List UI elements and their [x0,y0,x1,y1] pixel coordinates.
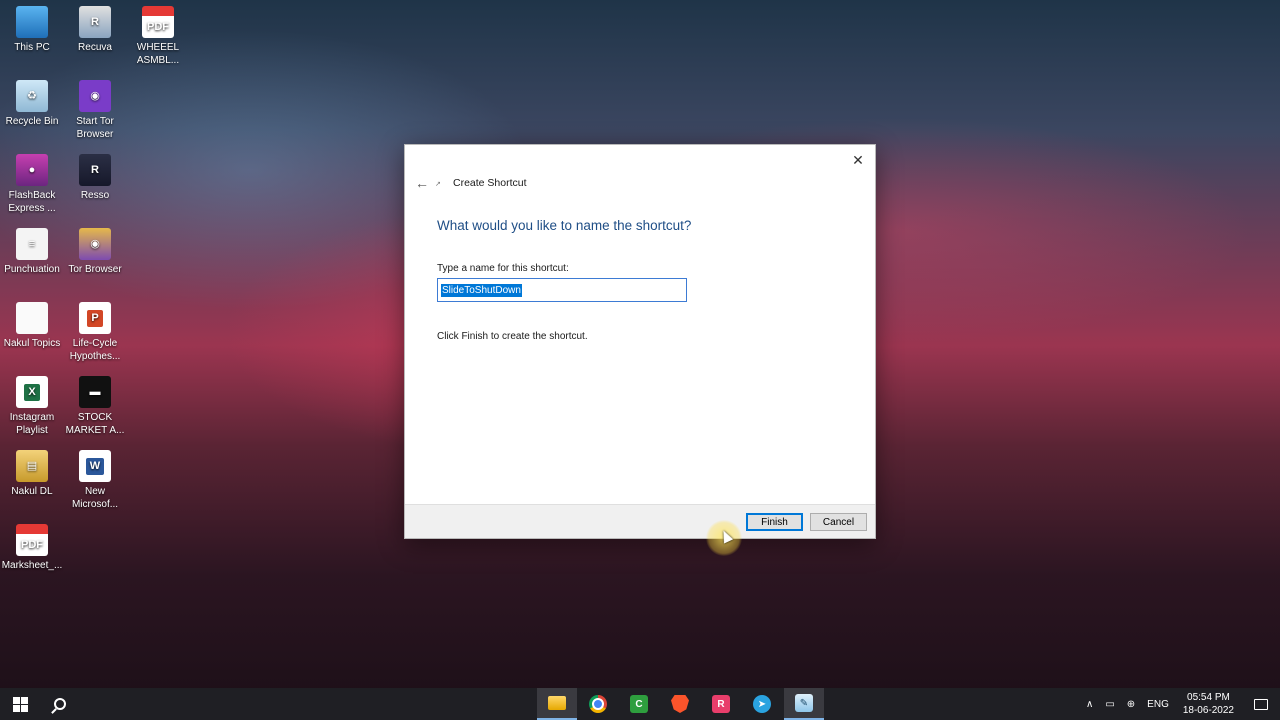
start-button[interactable] [0,688,40,720]
desktop-icon-resso[interactable]: R Resso [63,154,127,224]
clock-time: 05:54 PM [1187,692,1230,703]
tor-icon: ◉ [79,80,111,112]
flashback-icon: ● [16,154,48,186]
page-heading: What would you like to name the shortcut… [437,218,692,233]
desktop-icon-recuva[interactable]: R Recuva [63,6,127,76]
zip-icon: ▤ [16,450,48,482]
desktop-icon-label: Resso [80,190,110,201]
back-arrow-icon: ← [415,175,429,191]
resso-icon: R [712,695,730,713]
name-field-label: Type a name for this shortcut: [437,263,569,274]
taskbar-notepad[interactable]: ✎ [784,688,824,720]
finish-hint: Click Finish to create the shortcut. [437,331,588,342]
selected-text: SlideToShutDown [441,283,522,297]
windows-logo-icon [12,696,28,712]
shortcut-name-input[interactable]: SlideToShutDown [437,278,687,302]
battery-button[interactable]: ▭ [1099,688,1120,720]
globe-icon: ⊕ [1126,698,1136,710]
desktop-icon-label: WHEEEL ASMBL... [136,42,180,66]
battery-icon: ▭ [1105,698,1115,710]
taskbar-file-explorer[interactable] [537,688,577,720]
desktop-icon-new-microsoft[interactable]: W New Microsof... [63,450,127,520]
desktop-icon-label: STOCK MARKET A... [65,412,125,436]
search-button[interactable] [40,688,80,720]
shortcut-icon: ↗ [435,181,441,188]
excel-icon: X [16,376,48,408]
chevron-up-icon: ∧ [1086,698,1094,710]
create-shortcut-dialog: ✕ ← ↗ Create Shortcut What would you lik… [404,144,876,539]
taskbar-telegram[interactable]: ➤ [742,688,782,720]
close-icon: ✕ [852,151,864,168]
desktop-icon-label: Recuva [78,42,112,53]
desktop-icon-label: Punchuation [4,264,60,275]
desktop-icon-recycle-bin[interactable]: ♻ Recycle Bin [0,80,64,150]
desktop-icon-label: Start Tor Browser [76,116,114,140]
taskbar-chrome[interactable] [578,688,618,720]
desktop-icon-label: Nakul Topics [3,338,61,349]
wizard-title: Create Shortcut [453,177,527,189]
network-button[interactable]: ⊕ [1121,688,1141,720]
document-icon [16,302,48,334]
desktop-icon-stock-market[interactable]: ▬ STOCK MARKET A... [63,376,127,446]
pdf-icon: PDF [16,524,48,556]
desktop-icon-life-cycle[interactable]: P Life-Cycle Hypothes... [63,302,127,372]
tor-browser-icon: ◉ [79,228,111,260]
pdf-icon: PDF [142,6,174,38]
recuva-icon: R [79,6,111,38]
close-button[interactable]: ✕ [847,149,869,171]
brave-icon [671,695,689,713]
desktop-icon-tor-browser[interactable]: ◉ Tor Browser [63,228,127,298]
search-icon [54,698,66,710]
desktop-icon-punchuation[interactable]: ≡ Punchuation [0,228,64,298]
desktop-icon-label: Life-Cycle Hypothes... [69,338,121,362]
chrome-icon [589,695,607,713]
recycle-bin-icon: ♻ [16,80,48,112]
taskbar-brave[interactable] [660,688,700,720]
language-indicator[interactable]: ENG [1141,688,1175,720]
finish-button[interactable]: Finish [746,513,803,531]
taskbar-resso[interactable]: R [701,688,741,720]
word-icon: W [79,450,111,482]
system-tray: ∧ ▭ ⊕ ENG 05:54 PM 18-06-2022 [1080,688,1280,720]
desktop-icon-label: Marksheet_... [1,560,63,571]
folder-icon [548,696,566,710]
taskbar: C R ➤ ✎ ∧ ▭ ⊕ ENG 05:54 PM 18-06-2022 [0,688,1280,720]
desktop-icon-instagram-playlist[interactable]: X Instagram Playlist [0,376,64,446]
punch-icon: ≡ [16,228,48,260]
pc-icon [16,6,48,38]
desktop-icon-label: Tor Browser [68,264,122,275]
telegram-icon: ➤ [753,695,771,713]
back-button[interactable]: ← [411,173,433,193]
desktop-icon-label: Instagram Playlist [9,412,55,436]
desktop-icon-start-tor[interactable]: ◉ Start Tor Browser [63,80,127,150]
desktop-icon-label: Nakul DL [11,486,53,497]
desktop-icon-nakul-dl[interactable]: ▤ Nakul DL [0,450,64,520]
desktop-icon-label: This PC [14,42,50,53]
desktop-icon-marksheet[interactable]: PDF Marksheet_... [0,524,64,594]
desktop-icon-wheeel[interactable]: PDF WHEEEL ASMBL... [126,6,190,76]
desktop-icon-label: New Microsof... [71,486,119,510]
desktop-icon-flashback[interactable]: ● FlashBack Express ... [0,154,64,224]
show-hidden-icons-button[interactable]: ∧ [1080,688,1099,720]
camtasia-icon: C [630,695,648,713]
desktop-icon-this-pc[interactable]: This PC [0,6,64,76]
video-thumb-icon: ▬ [79,376,111,408]
desktop-icon-label: Recycle Bin [5,116,59,127]
clock[interactable]: 05:54 PM 18-06-2022 [1175,688,1242,720]
dialog-footer: Finish Cancel [405,504,875,538]
notifications-button[interactable] [1242,688,1280,720]
desktop-icon-nakul-topics[interactable]: Nakul Topics [0,302,64,372]
notepad-icon: ✎ [795,694,813,712]
cancel-button[interactable]: Cancel [810,513,867,531]
desktop-icon-label: FlashBack Express ... [8,190,56,214]
notification-icon [1254,698,1268,710]
clock-date: 18-06-2022 [1182,705,1234,716]
taskbar-camtasia[interactable]: C [619,688,659,720]
resso-icon: R [79,154,111,186]
powerpoint-icon: P [79,302,111,334]
